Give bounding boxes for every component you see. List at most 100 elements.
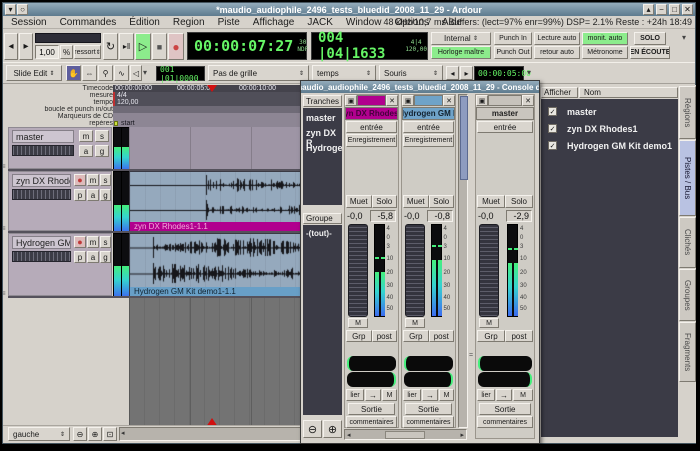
strip-solo-button[interactable]: Solo xyxy=(429,195,455,208)
strip-input-button[interactable]: entrée xyxy=(403,121,454,133)
strip-pan-automation-button[interactable]: M xyxy=(439,389,454,401)
strip-pan-slider[interactable] xyxy=(347,356,396,371)
tool-timefx-button[interactable]: ∿ xyxy=(114,65,129,81)
window-menu-icon[interactable]: ▾ xyxy=(5,4,16,15)
strip-pan-link-button[interactable]: lier xyxy=(403,389,421,401)
tab-fragments[interactable]: Fragments xyxy=(679,322,696,382)
goto-start-button[interactable]: ◂ xyxy=(4,33,18,60)
edit-point-clock[interactable]: 001 |01|0000 xyxy=(156,66,205,81)
nudge-chevron-icon[interactable]: ▾ xyxy=(527,68,537,78)
tools-chevron-icon[interactable]: ▾ xyxy=(143,68,153,78)
primary-clock[interactable]: 00:00:07:27 30NDF xyxy=(187,32,307,60)
strip-hide-button[interactable]: ✕ xyxy=(443,95,455,106)
strip-record-button[interactable]: Enregistrement xyxy=(346,134,397,147)
hydrogen-gain-fader[interactable] xyxy=(12,251,71,262)
ruler-label-tempo[interactable]: tempo xyxy=(8,99,116,106)
nudge-back-button[interactable]: ◂ xyxy=(446,66,459,80)
auto-play-button[interactable]: Lecture auto xyxy=(534,32,580,45)
window-sticky-icon[interactable]: ○ xyxy=(17,4,28,15)
window-maximize-icon[interactable]: □ xyxy=(669,4,680,15)
hydrogen-auto-a-button[interactable]: a xyxy=(87,251,99,263)
menu-affichage[interactable]: Affichage xyxy=(253,17,295,28)
zyn-mute-button[interactable]: m xyxy=(87,174,99,186)
strip-pan-link-direction-button[interactable]: → xyxy=(422,389,438,401)
start-marker-flag[interactable] xyxy=(114,121,118,126)
zyn-record-arm-button[interactable]: ● xyxy=(74,174,86,186)
ruler-label-timecode[interactable]: Timecode xyxy=(8,85,116,92)
hydrogen-pan-button[interactable]: p xyxy=(74,251,86,263)
strip-pan-link-direction-button[interactable]: → xyxy=(365,389,381,401)
track-visible-checkbox[interactable]: ✓ xyxy=(548,141,557,150)
strip-pan-automation-button[interactable]: M xyxy=(382,389,397,401)
strip-pan-automation-button[interactable]: M xyxy=(513,389,533,401)
strip-meter-point-button[interactable]: post xyxy=(505,330,533,342)
strip-mute-button[interactable]: Muet xyxy=(346,195,372,208)
resize-grip-icon[interactable]: ≡ xyxy=(2,226,6,232)
list-item[interactable]: Hydrogen GM Kit demo1 xyxy=(567,141,672,151)
strip-pan-slider[interactable] xyxy=(478,372,532,387)
strip-pan-link-button[interactable]: lier xyxy=(477,389,495,401)
strip-input-button[interactable]: entrée xyxy=(477,121,533,133)
zyn-auto-g-button[interactable]: g xyxy=(100,189,111,201)
group-list-header[interactable]: Groupe xyxy=(303,213,342,224)
play-range-button[interactable]: ▸‖ xyxy=(119,33,134,60)
strip-pan-link-button[interactable]: lier xyxy=(346,389,364,401)
mixer-horizontal-scrollbar[interactable]: ◂ ▸ xyxy=(344,429,467,440)
strip-gain-fader[interactable] xyxy=(479,224,499,317)
nudge-clock[interactable]: 00:00:05:00 xyxy=(474,66,524,81)
secondary-clock[interactable]: 004 |04|1633 4|4120,00 xyxy=(311,32,428,60)
strip-pan-slider[interactable] xyxy=(347,372,396,387)
group-list[interactable]: -(tout)- xyxy=(303,225,342,415)
strip-gain-display[interactable]: -0,0 xyxy=(347,211,367,221)
list-item[interactable]: zyn DX Rhodes1 xyxy=(567,124,638,134)
strip-gain-display[interactable]: -0,0 xyxy=(478,211,498,221)
strip-gain-automation-button[interactable]: M xyxy=(405,318,425,328)
positional-sync-button[interactable]: Horloge maître xyxy=(431,46,491,59)
strips-list-header[interactable]: Tranches xyxy=(303,95,342,107)
zyn-auto-a-button[interactable]: a xyxy=(87,189,99,201)
strip-name-button[interactable]: master xyxy=(476,107,534,120)
snap-unit-dropdown[interactable]: temps⇕ xyxy=(312,65,376,81)
strip-pan-slider[interactable] xyxy=(478,356,532,371)
metronome-button[interactable]: Métronome xyxy=(582,46,628,59)
column-header-afficher[interactable]: Afficher xyxy=(541,87,578,98)
master-auto-g-button[interactable]: g xyxy=(95,145,109,157)
strip-record-button[interactable]: Enregistrement xyxy=(403,134,454,147)
loop-button[interactable]: ↻ xyxy=(103,33,118,60)
sync-source-dropdown[interactable]: Internal ⇕ xyxy=(431,32,491,45)
punch-in-button[interactable]: Punch In xyxy=(494,32,532,45)
scroll-left-icon[interactable]: ◂ xyxy=(347,431,351,439)
strip-input-button[interactable]: entrée xyxy=(346,121,397,133)
strip-output-button[interactable]: Sortie xyxy=(479,403,531,415)
menu-jack[interactable]: JACK xyxy=(307,17,333,28)
window-minimize-icon[interactable]: − xyxy=(656,4,667,15)
strip-hide-button[interactable]: ✕ xyxy=(522,95,534,106)
strip-menu-button[interactable]: ▣ xyxy=(476,95,488,106)
strip-menu-button[interactable]: ▣ xyxy=(402,95,414,106)
punch-out-button[interactable]: Punch Out xyxy=(494,46,532,59)
list-item[interactable]: master xyxy=(567,107,597,117)
strip-comments-button[interactable]: commentaires xyxy=(346,416,397,428)
ruler-label-loop-punch[interactable]: boucle et punch in/out xyxy=(8,106,116,113)
zoom-out-button[interactable]: ⊖ xyxy=(73,427,87,441)
strip-gain-fader[interactable] xyxy=(348,224,368,317)
strip-meter-point-button[interactable]: post xyxy=(429,330,455,342)
strip-name-button[interactable]: Hydrogen GM K xyxy=(402,107,455,120)
mixer-pane-divider[interactable]: = xyxy=(469,94,474,439)
track-visible-checkbox[interactable]: ✓ xyxy=(548,107,557,116)
column-header-nom[interactable]: Nom xyxy=(579,87,678,98)
zoom-in-button[interactable]: ⊕ xyxy=(88,427,102,441)
master-auto-a-button[interactable]: a xyxy=(79,145,93,157)
resize-grip-icon[interactable]: ≡ xyxy=(2,291,6,297)
hydrogen-auto-g-button[interactable]: g xyxy=(100,251,111,263)
record-button[interactable]: ● xyxy=(168,33,184,60)
zyn-solo-button[interactable]: s xyxy=(100,174,111,186)
strip-name-button[interactable]: zyn DX Rhodes1 xyxy=(345,107,398,120)
window-shade-icon[interactable]: ▴ xyxy=(643,4,654,15)
strip-solo-button[interactable]: Solo xyxy=(372,195,398,208)
zoom-fit-button[interactable]: ⊡ xyxy=(103,427,117,441)
list-item[interactable]: master xyxy=(306,113,336,123)
strip-pan-slider[interactable] xyxy=(404,372,453,387)
hydrogen-mute-button[interactable]: m xyxy=(87,236,99,248)
strip-gain-automation-button[interactable]: M xyxy=(479,318,499,328)
